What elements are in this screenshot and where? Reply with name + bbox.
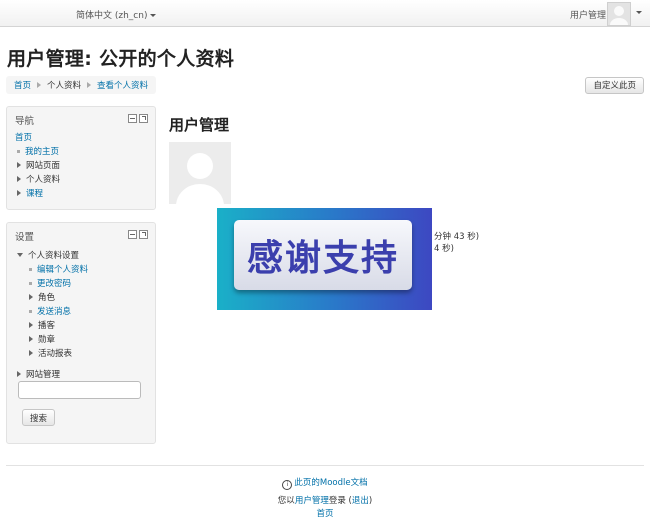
expand-arrow-icon xyxy=(17,176,21,182)
collapse-block-icon[interactable] xyxy=(128,114,137,123)
login-suffix: ) xyxy=(368,496,373,506)
settings-item-label: 播客 xyxy=(38,321,56,331)
nav-item-label: 个人资料 xyxy=(26,175,61,185)
profile-picture xyxy=(169,142,231,204)
settings-search-input[interactable] xyxy=(18,381,141,399)
language-label: 简体中文 (zh_cn) xyxy=(76,11,148,21)
footer-docs: i 此页的Moodle文档 xyxy=(0,476,650,490)
nav-item-label: 我的主页 xyxy=(25,147,60,157)
breadcrumb-home[interactable]: 首页 xyxy=(14,79,31,91)
nav-item-label: 网站页面 xyxy=(26,161,61,171)
navigation-block-title: 导航 xyxy=(15,116,35,127)
nav-item-my-home[interactable]: 我的主页 xyxy=(17,145,59,157)
profile-detail-text: 4 秒) xyxy=(434,244,454,254)
language-menu[interactable]: 简体中文 (zh_cn) xyxy=(76,8,157,21)
settings-item-site-admin[interactable]: 网站管理 xyxy=(17,368,60,380)
expand-arrow-icon xyxy=(17,190,21,196)
expand-arrow-icon xyxy=(29,322,33,328)
settings-block: 设置 个人资料设置 编辑个人资料 更改密码 角色 发送消息 播客 勋章 活动报表… xyxy=(6,222,156,444)
bullet-icon xyxy=(29,309,32,313)
info-icon: i xyxy=(282,480,293,490)
footer-divider xyxy=(6,465,644,466)
nav-item-label: 课程 xyxy=(26,189,44,199)
expand-arrow-icon xyxy=(29,350,33,356)
login-user-link[interactable]: 用户管理 xyxy=(295,496,329,506)
thanks-overlay-banner: 感谢支持 xyxy=(217,208,432,310)
settings-group-label: 个人资料设置 xyxy=(28,251,80,261)
customize-page-button[interactable]: 自定义此页 xyxy=(585,77,644,94)
search-button[interactable]: 搜索 xyxy=(22,409,56,426)
settings-item-label: 更改密码 xyxy=(37,279,72,289)
settings-item-label: 发送消息 xyxy=(37,307,72,317)
expand-arrow-icon xyxy=(17,371,21,377)
nav-item-courses[interactable]: 课程 xyxy=(17,187,43,199)
moodle-docs-link[interactable]: 此页的Moodle文档 xyxy=(294,478,367,488)
user-menu-chevron-icon[interactable] xyxy=(636,11,642,14)
login-info: 您以用户管理登录 (退出) xyxy=(0,494,650,506)
block-controls xyxy=(128,114,148,123)
thanks-text: 感谢支持 xyxy=(246,238,399,279)
profile-detail-text: 分钟 43 秒) xyxy=(434,232,480,242)
settings-item-label: 活动报表 xyxy=(38,349,73,359)
breadcrumb-view-profile[interactable]: 查看个人资料 xyxy=(97,79,148,91)
bullet-icon xyxy=(17,149,20,153)
settings-item-badges[interactable]: 勋章 xyxy=(29,333,55,345)
user-silhouette-icon xyxy=(610,6,628,25)
login-prefix: 您以 xyxy=(277,496,295,506)
navigation-block: 导航 首页 我的主页 网站页面 个人资料 课程 xyxy=(6,106,156,210)
thanks-card: 感谢支持 xyxy=(234,220,412,290)
settings-item-edit-profile[interactable]: 编辑个人资料 xyxy=(29,263,88,275)
login-mid: 登录 ( xyxy=(328,496,352,506)
settings-item-roles[interactable]: 角色 xyxy=(29,291,55,303)
chevron-down-icon xyxy=(150,14,157,17)
collapse-arrow-icon xyxy=(17,253,23,257)
expand-arrow-icon xyxy=(29,294,33,300)
expand-arrow-icon xyxy=(17,162,21,168)
collapse-block-icon[interactable] xyxy=(128,230,137,239)
section-heading: 用户管理 xyxy=(169,116,230,134)
nav-item-site-pages[interactable]: 网站页面 xyxy=(17,159,60,171)
settings-item-label: 勋章 xyxy=(38,335,56,345)
settings-item-send-message[interactable]: 发送消息 xyxy=(29,305,71,317)
settings-block-title: 设置 xyxy=(15,232,35,243)
breadcrumb: 首页 个人资料 查看个人资料 xyxy=(6,76,157,94)
settings-item-change-password[interactable]: 更改密码 xyxy=(29,277,71,289)
settings-group-profile[interactable]: 个人资料设置 xyxy=(17,249,79,261)
dock-block-icon[interactable] xyxy=(139,230,148,239)
settings-item-label: 编辑个人资料 xyxy=(37,265,89,275)
settings-item-activity-reports[interactable]: 活动报表 xyxy=(29,347,72,359)
top-navbar: 简体中文 (zh_cn) 用户管理 xyxy=(0,0,650,27)
breadcrumb-separator-icon xyxy=(87,82,92,88)
bullet-icon xyxy=(29,267,32,271)
settings-item-label: 网站管理 xyxy=(26,370,61,380)
dock-block-icon[interactable] xyxy=(139,114,148,123)
page-title: 用户管理: 公开的个人资料 xyxy=(7,48,235,70)
logout-link[interactable]: 退出 xyxy=(352,496,369,506)
settings-item-label: 角色 xyxy=(38,293,56,303)
breadcrumb-profile: 个人资料 xyxy=(47,81,82,91)
default-user-picture-icon xyxy=(176,153,224,204)
expand-arrow-icon xyxy=(29,336,33,342)
block-controls xyxy=(128,230,148,239)
footer-home-link[interactable]: 首页 xyxy=(0,507,650,519)
avatar[interactable] xyxy=(607,2,631,26)
nav-item-home[interactable]: 首页 xyxy=(15,131,32,143)
bullet-icon xyxy=(29,281,32,285)
user-menu-name[interactable]: 用户管理 xyxy=(570,8,606,21)
nav-item-profile[interactable]: 个人资料 xyxy=(17,173,60,185)
settings-item-podcast[interactable]: 播客 xyxy=(29,319,55,331)
breadcrumb-separator-icon xyxy=(37,82,42,88)
